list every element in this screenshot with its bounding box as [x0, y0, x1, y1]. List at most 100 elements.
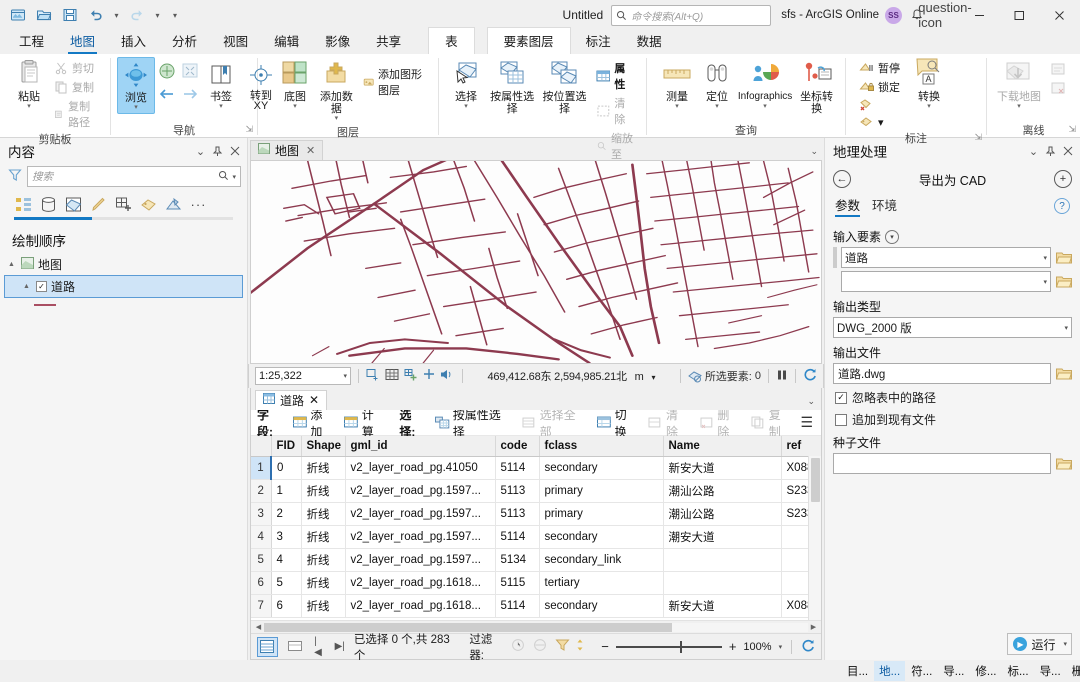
cell-gml-id[interactable]: v2_layer_road_pg.1597... [345, 479, 496, 503]
bottom-tab-labeling[interactable]: 标... [1002, 661, 1033, 681]
sync-offline-button[interactable] [1046, 61, 1072, 79]
hamburger-icon[interactable]: ☰ [800, 414, 815, 431]
expand-triangle-icon[interactable]: ▲ [8, 261, 17, 268]
collapse-icon[interactable]: ⌄ [192, 143, 209, 160]
close-icon[interactable]: ✕ [306, 144, 315, 157]
input-features-select-2[interactable]: ▾ [841, 271, 1051, 292]
chevron-down-icon[interactable]: ▾ [1043, 254, 1047, 262]
view-tabs-overflow-icon[interactable]: ⌄ [810, 146, 818, 157]
measure-button[interactable]: 测量 ▾ [658, 57, 696, 112]
first-record-icon[interactable]: |◀ [312, 636, 326, 658]
list-by-labeling-icon[interactable] [139, 195, 158, 214]
table-row[interactable]: 4 3 折线 v2_layer_road_pg.1597... 5114 sec… [251, 525, 821, 549]
table-row[interactable]: 3 2 折线 v2_layer_road_pg.1597... 5113 pri… [251, 502, 821, 526]
table-horizontal-scrollbar[interactable]: ◀ ▶ [251, 620, 821, 633]
tab-map[interactable]: 地图 [57, 29, 108, 54]
back-arrow-icon[interactable]: ← [833, 170, 851, 188]
refresh-icon[interactable] [803, 368, 817, 384]
cell-code[interactable]: 5114 [495, 525, 540, 549]
tab-feature-layer[interactable]: 要素图层 [486, 27, 571, 54]
copy-path-button[interactable]: 复制路径 [50, 97, 104, 131]
view-tab-map[interactable]: 地图 ✕ [250, 140, 324, 160]
table-tab-road[interactable]: 道路 ✕ [255, 390, 328, 410]
navigate-dialog-launcher[interactable]: ⇲ [245, 124, 253, 135]
zoom-track[interactable] [615, 640, 722, 653]
infographics-caret-icon[interactable]: ▾ [763, 103, 767, 110]
tab-project[interactable]: 工程 [6, 29, 57, 54]
bottom-tab-export[interactable]: 导... [1035, 661, 1066, 681]
snapping-icon[interactable] [404, 368, 418, 384]
table-vertical-scrollbar[interactable] [808, 456, 821, 620]
close-icon[interactable] [1059, 143, 1076, 160]
table-scroll-thumb[interactable] [811, 458, 820, 502]
cell-fid[interactable]: 0 [270, 456, 302, 480]
zoom-in-button[interactable]: + [729, 639, 737, 654]
list-by-diagram-icon[interactable] [164, 195, 183, 214]
contents-search-input[interactable]: 搜索 ▾ [27, 166, 241, 187]
label-style-caret-icon[interactable]: ▾ [878, 116, 884, 129]
cell-shape[interactable]: 折线 [301, 571, 346, 595]
cell-shape[interactable]: 折线 [301, 594, 346, 618]
table-corner-selector[interactable] [251, 436, 272, 457]
table-refresh-icon[interactable] [801, 639, 815, 655]
convert-labels-button[interactable]: A 转换 ▾ [910, 57, 948, 112]
labeling-dialog-launcher[interactable]: ⇲ [974, 132, 982, 143]
undo-icon[interactable] [84, 3, 108, 27]
fixed-zoom-in-icon[interactable] [180, 61, 200, 84]
filter-icon[interactable] [8, 168, 22, 185]
download-map-caret-icon[interactable]: ▾ [1017, 103, 1021, 110]
bottom-tab-modify[interactable]: 修... [970, 661, 1001, 681]
pause-labeling-button[interactable]: 暂停 [855, 59, 904, 77]
bottom-tab-catalog[interactable]: 目... [842, 661, 873, 681]
cell-name[interactable] [663, 571, 782, 595]
undo-caret-icon[interactable]: ▾ [110, 3, 123, 27]
table-tabs-overflow-icon[interactable]: ⌄ [807, 396, 815, 407]
tree-item-map[interactable]: ▲ 地图 [0, 254, 247, 275]
map-canvas[interactable] [250, 160, 822, 364]
table-zoom-slider[interactable] [615, 640, 722, 653]
append-checkbox[interactable] [835, 413, 847, 426]
save-project-icon[interactable] [58, 3, 82, 27]
cell-gml-id[interactable]: v2_layer_road_pg.41050 [345, 456, 496, 480]
cell-fid[interactable]: 5 [271, 571, 302, 595]
cell-shape[interactable]: 折线 [301, 525, 346, 549]
explore-caret-icon[interactable]: ▾ [134, 104, 138, 111]
cell-shape[interactable]: 折线 [301, 479, 346, 503]
clear-labels-button[interactable] [855, 97, 904, 113]
select-by-location-button[interactable]: 按位置选择 [539, 57, 589, 117]
lock-labeling-button[interactable]: 锁定 [855, 78, 904, 96]
chevron-down-icon[interactable]: ▾ [652, 373, 656, 382]
copy-button[interactable]: 复制 [50, 78, 104, 96]
tab-table[interactable]: 表 [428, 27, 475, 54]
add-data-button[interactable]: 添加数据 ▾ [316, 57, 357, 124]
add-point-icon[interactable] [423, 368, 435, 384]
column-header-shape[interactable]: Shape [301, 436, 346, 457]
cell-gml-id[interactable]: v2_layer_road_pg.1597... [345, 525, 496, 549]
tab-analysis[interactable]: 分析 [159, 29, 210, 54]
select-button[interactable]: 选择 ▾ [447, 57, 485, 112]
cell-fid[interactable]: 6 [271, 594, 302, 618]
grid-icon[interactable] [385, 368, 399, 384]
cell-code[interactable]: 5113 [495, 502, 540, 526]
close-icon[interactable]: ✕ [309, 393, 319, 407]
sort-icon[interactable] [577, 638, 588, 655]
cell-fid[interactable]: 4 [271, 548, 302, 572]
cell-shape[interactable]: 折线 [301, 456, 346, 480]
infographics-button[interactable]: Infographics ▾ [738, 57, 792, 112]
cell-fclass[interactable]: secondary [539, 594, 664, 618]
zoom-out-button[interactable]: − [601, 639, 609, 654]
redo-icon[interactable] [125, 3, 149, 27]
select-extent-icon[interactable] [366, 368, 380, 384]
tab-data[interactable]: 数据 [624, 29, 675, 54]
cell-code[interactable]: 5113 [495, 479, 540, 503]
table-row[interactable]: 2 1 折线 v2_layer_road_pg.1597... 5113 pri… [251, 479, 821, 503]
cell-fclass[interactable]: primary [539, 502, 664, 526]
row-number[interactable]: 1 [251, 456, 272, 480]
tree-item-road[interactable]: ▲ ✓ 道路 [4, 275, 243, 298]
row-number[interactable]: 3 [251, 502, 272, 526]
cell-gml-id[interactable]: v2_layer_road_pg.1597... [345, 548, 496, 572]
close-button[interactable] [1040, 0, 1078, 30]
run-button[interactable]: ▶ 运行 ▾ [1007, 633, 1072, 655]
convert-labels-caret-icon[interactable]: ▾ [927, 103, 931, 110]
select-caret-icon[interactable]: ▾ [464, 103, 468, 110]
